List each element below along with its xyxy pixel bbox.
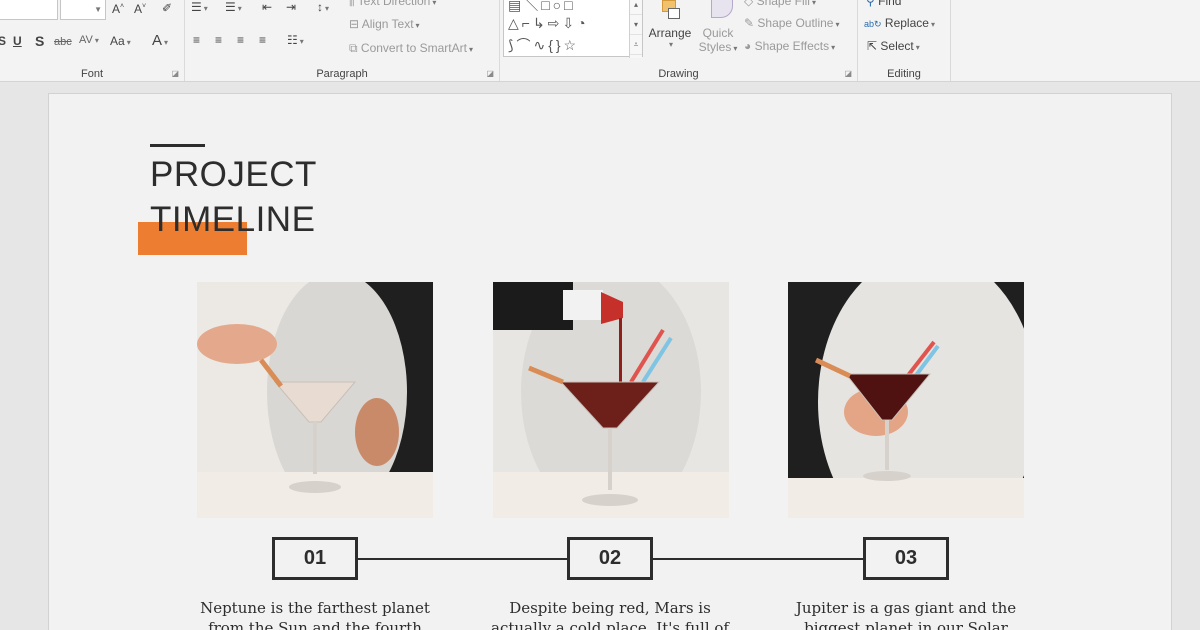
step-marker-01[interactable]: 01 xyxy=(272,537,358,580)
title-line-1: PROJECT xyxy=(150,155,317,194)
grow-font-button[interactable]: A˄ xyxy=(112,2,124,16)
title-line-2: TIMELINE xyxy=(150,200,316,239)
scroll-down-icon[interactable]: ▾ xyxy=(630,15,642,35)
underline-button[interactable]: U xyxy=(13,34,22,48)
bullets-icon[interactable]: ☰ ▾ xyxy=(191,0,208,14)
title-rule xyxy=(150,144,205,147)
step-marker-03[interactable]: 03 xyxy=(863,537,949,580)
cursor-icon: ⇱ xyxy=(867,39,878,53)
cocktail-photo-1[interactable] xyxy=(197,282,433,518)
text-direction-icon: ⫼ xyxy=(349,0,355,8)
align-right-icon[interactable]: ≡ xyxy=(237,33,244,47)
gallery-more-icon[interactable]: ⩡ xyxy=(630,35,642,55)
replace-button[interactable]: ab↻ Replace ▾ xyxy=(864,16,935,30)
clear-formatting-icon[interactable]: ✐ xyxy=(162,1,172,15)
chevron-down-icon[interactable]: ▼ xyxy=(94,5,102,14)
paragraph-group: ☰ ▾ ☰ ▾ ⇤ ⇥ ↕ ▾ ≡ ≡ ≡ ≡ ☷ ▾ ⫼ Text Direction… xyxy=(185,0,500,81)
align-left-icon[interactable]: ≡ xyxy=(193,33,200,47)
arrange-icon xyxy=(656,0,684,26)
step-description-2[interactable]: Despite being red, Mars is actually a co… xyxy=(485,598,735,630)
step-description-1[interactable]: Neptune is the farthest planet from the … xyxy=(190,598,440,630)
strikethrough-button[interactable]: abc xyxy=(54,36,72,48)
font-size-input[interactable]: ▼ xyxy=(60,0,106,20)
quick-styles-button[interactable]: Quick Styles ▾ xyxy=(695,0,741,54)
increase-indent-icon[interactable]: ⇥ xyxy=(286,0,296,14)
change-case-button[interactable]: Aa ▾ xyxy=(110,34,131,48)
shapes-gallery[interactable]: ▤＼□○□ △⌐↳⇨⇩◔ ⟆⌒∿{}☆ ▴ ▾ ⩡ xyxy=(503,0,643,58)
replace-icon: ab↻ xyxy=(864,19,882,29)
character-spacing-button[interactable]: AV ▾ xyxy=(79,34,99,46)
font-color-button[interactable]: A ▾ xyxy=(152,32,168,49)
slide-canvas[interactable]: PROJECT TIMELINE 01 02 03 Neptune is the… xyxy=(48,93,1172,630)
drawing-group-label: Drawing xyxy=(658,68,699,80)
dialog-launcher-icon[interactable]: ◪ xyxy=(171,69,179,78)
dialog-launcher-icon[interactable]: ◪ xyxy=(844,69,852,78)
bold-small-icon: S xyxy=(0,34,6,48)
shadow-button[interactable]: S xyxy=(35,33,44,49)
align-center-icon[interactable]: ≡ xyxy=(215,33,222,47)
step-marker-02[interactable]: 02 xyxy=(567,537,653,580)
font-group-label: Font xyxy=(80,68,103,80)
align-text-button[interactable]: ⊟ Align Text ▾ xyxy=(349,17,420,31)
shape-effects-icon: ◕ xyxy=(744,39,752,53)
find-button[interactable]: ⚲ Find xyxy=(866,0,901,8)
convert-smartart-button[interactable]: ⧉ Convert to SmartArt ▾ xyxy=(349,41,473,56)
text-direction-button[interactable]: ⫼ Text Direction ▾ xyxy=(349,0,436,9)
dialog-launcher-icon[interactable]: ◪ xyxy=(486,69,494,78)
paint-bucket-icon: ◇ xyxy=(744,0,754,8)
cocktail-photo-2[interactable] xyxy=(493,282,729,518)
shape-outline-button[interactable]: ✎ Shape Outline ▾ xyxy=(744,16,839,30)
shape-row-2[interactable]: △⌐↳⇨⇩◔ xyxy=(508,15,589,32)
editing-group: ⚲ Find ab↻ Replace ▾ ⇱ Select ▾ Editing xyxy=(858,0,951,81)
decrease-indent-icon[interactable]: ⇤ xyxy=(262,0,272,14)
shape-row-1[interactable]: ▤＼□○□ xyxy=(508,0,576,15)
editing-group-label: Editing xyxy=(887,68,921,80)
font-name-input[interactable] xyxy=(0,0,58,20)
search-icon: ⚲ xyxy=(866,0,875,8)
shape-effects-button[interactable]: ◕ Shape Effects ▾ xyxy=(744,39,835,53)
pencil-icon: ✎ xyxy=(744,16,755,30)
cocktail-photo-3[interactable] xyxy=(788,282,1024,518)
shape-row-3[interactable]: ⟆⌒∿{}☆ xyxy=(508,35,579,55)
slide-title[interactable]: PROJECT TIMELINE xyxy=(150,152,317,242)
justify-icon[interactable]: ≡ xyxy=(259,33,266,47)
smartart-icon: ⧉ xyxy=(349,41,358,55)
quick-styles-icon xyxy=(703,0,733,26)
numbering-icon[interactable]: ☰ ▾ xyxy=(225,0,242,14)
shrink-font-button[interactable]: A˅ xyxy=(134,2,146,16)
step-description-3[interactable]: Jupiter is a gas giant and the biggest p… xyxy=(781,598,1031,630)
arrange-button[interactable]: Arrange ▾ xyxy=(647,0,693,49)
align-text-icon: ⊟ xyxy=(349,17,360,31)
columns-icon[interactable]: ☷ ▾ xyxy=(287,33,304,47)
font-group: ▼ A˄ A˅ ✐ S U S abc AV▾ Aa▾ A▾ Font ◪ xyxy=(0,0,185,81)
shape-fill-button[interactable]: ◇ Shape Fill ▾ xyxy=(744,0,816,8)
paragraph-group-label: Paragraph xyxy=(316,68,368,80)
gallery-scrollbar[interactable]: ▴ ▾ ⩡ xyxy=(629,0,642,58)
ribbon: ▼ A˄ A˅ ✐ S U S abc AV▾ Aa▾ A▾ Font ◪ ☰▾… xyxy=(0,0,1200,82)
scroll-up-icon[interactable]: ▴ xyxy=(630,0,642,15)
select-button[interactable]: ⇱ Select ▾ xyxy=(867,39,920,53)
line-spacing-icon[interactable]: ↕ ▾ xyxy=(317,0,329,14)
